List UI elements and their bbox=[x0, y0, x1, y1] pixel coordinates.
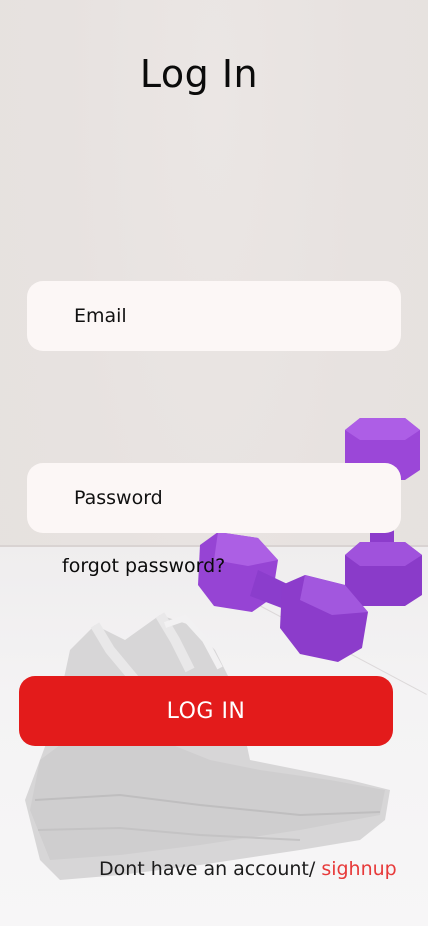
email-input[interactable] bbox=[74, 305, 374, 327]
login-screen: Log In forgot password? LOG IN Dont have… bbox=[0, 0, 428, 926]
signup-link[interactable]: sighnup bbox=[321, 858, 396, 880]
email-field[interactable] bbox=[27, 281, 401, 351]
password-field[interactable] bbox=[27, 463, 401, 533]
forgot-password-link[interactable]: forgot password? bbox=[62, 555, 225, 577]
login-button[interactable]: LOG IN bbox=[19, 676, 393, 746]
dumbbell-icon bbox=[198, 532, 368, 662]
page-title: Log In bbox=[139, 52, 259, 96]
signup-prompt-text: Dont have an account/ bbox=[99, 858, 322, 880]
signup-prompt: Dont have an account/ sighnup bbox=[99, 858, 397, 880]
password-input[interactable] bbox=[74, 487, 374, 509]
